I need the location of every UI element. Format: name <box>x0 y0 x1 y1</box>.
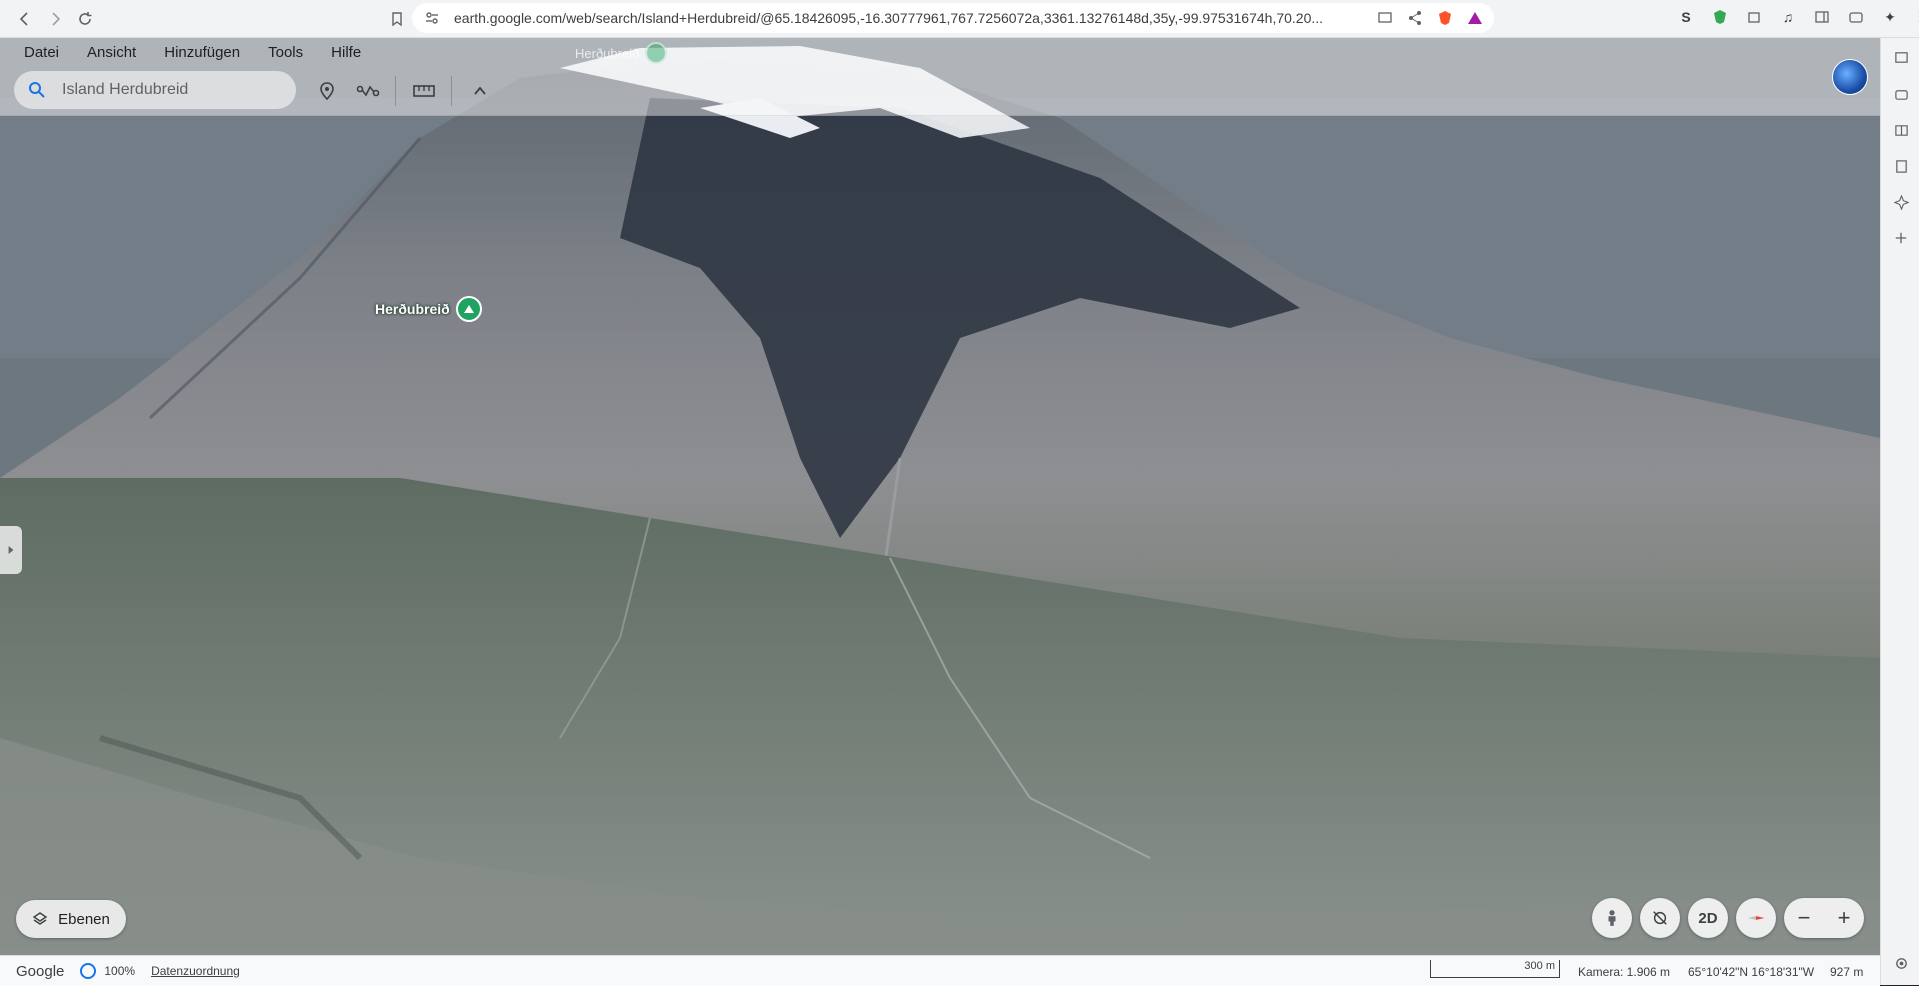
sidebar-settings-icon[interactable] <box>1892 954 1910 972</box>
search-box[interactable] <box>14 71 296 109</box>
chevron-right-icon <box>8 546 14 554</box>
pegman-button[interactable] <box>1592 898 1632 938</box>
address-bar[interactable]: earth.google.com/web/search/Island+Herdu… <box>412 3 1494 33</box>
compass-icon <box>1747 916 1765 920</box>
menu-item-hinzufuegen[interactable]: Hinzufügen <box>164 44 240 61</box>
loading-progress: 100% <box>104 964 136 978</box>
url-text: earth.google.com/web/search/Island+Herdu… <box>454 10 1324 26</box>
cursor-coordinates: 65°10'42"N 16°18'31"W <box>1688 965 1815 979</box>
menu-item-tools[interactable]: Tools <box>268 44 303 61</box>
ruler-icon[interactable] <box>411 78 437 104</box>
wallet-icon[interactable] <box>1845 6 1867 28</box>
earth-3d-view[interactable] <box>0 38 1880 955</box>
zoom-in-button[interactable]: + <box>1825 905 1863 931</box>
media-icon[interactable]: ♫ <box>1777 6 1799 28</box>
scale-bar: 300 m <box>1430 960 1560 978</box>
terrain-elevation: 927 m <box>1830 965 1864 979</box>
layers-label: Ebenen <box>58 910 110 928</box>
brave-rewards-icon[interactable] <box>1466 9 1484 27</box>
extension-s-icon[interactable]: S <box>1675 6 1697 28</box>
sidebar-bookmarks-icon[interactable] <box>1892 157 1910 175</box>
2d-toggle-button[interactable]: 2D <box>1688 898 1728 938</box>
browser-sidebar <box>1880 38 1919 985</box>
compass-button[interactable] <box>1736 898 1776 938</box>
side-panel-toggle[interactable] <box>0 526 22 574</box>
placemark-ghost: Herðubreið <box>575 42 668 64</box>
sidebar-add-icon[interactable] <box>1892 229 1910 247</box>
back-icon[interactable] <box>12 6 38 32</box>
account-avatar[interactable] <box>1832 59 1868 95</box>
placemark-icon[interactable] <box>314 78 340 104</box>
orbit-off-icon <box>1653 911 1667 925</box>
mode-label: 2D <box>1698 909 1718 927</box>
zoom-out-button[interactable]: − <box>1785 905 1823 931</box>
bookmark-icon[interactable] <box>384 6 410 32</box>
mountain-icon[interactable] <box>455 296 482 322</box>
menu-item-datei[interactable]: Datei <box>24 44 59 61</box>
loading-ring-icon <box>80 963 97 979</box>
forward-icon[interactable] <box>42 6 68 32</box>
main-menu-icon[interactable]: ☰ <box>1913 6 1919 28</box>
toolbar-divider <box>395 76 396 106</box>
sidebar-media-icon[interactable] <box>1892 48 1910 66</box>
search-icon <box>29 82 45 98</box>
data-attribution-link[interactable]: Datenzuordnung <box>151 964 240 978</box>
sidebar-leo-icon[interactable] <box>1892 193 1910 211</box>
sidebar-reading-list-icon[interactable] <box>1892 121 1910 139</box>
sidebar-toggle-icon[interactable] <box>1811 6 1833 28</box>
pegman-icon <box>1608 910 1616 926</box>
path-icon[interactable] <box>355 78 381 104</box>
zoom-control: − + <box>1784 898 1864 938</box>
menu-item-ansicht[interactable]: Ansicht <box>87 44 136 61</box>
reload-icon[interactable] <box>72 6 98 32</box>
camera-altitude: Kamera: 1.906 m <box>1578 965 1671 979</box>
layers-button[interactable]: Ebenen <box>16 900 126 938</box>
menu-bar: Datei Ansicht Hinzufügen Tools Hilfe <box>24 44 361 61</box>
menu-item-hilfe[interactable]: Hilfe <box>331 44 361 61</box>
placemark-label: Herðubreið <box>375 301 450 317</box>
status-bar: Google 100% Datenzuordnung 300 m Kamera:… <box>0 955 1880 986</box>
google-logo: Google <box>16 962 65 980</box>
terrain-render <box>0 38 1880 955</box>
search-input[interactable] <box>60 80 284 100</box>
toolbar-divider <box>451 76 452 106</box>
cast-icon[interactable] <box>1376 9 1394 27</box>
site-settings-icon[interactable] <box>424 10 440 26</box>
placemark-herdubreid[interactable]: Herðubreið <box>375 296 482 322</box>
layers-icon <box>32 912 48 925</box>
scale-label: 300 m <box>1524 960 1555 972</box>
mountain-icon <box>645 42 668 64</box>
extension-shield-icon[interactable] <box>1709 6 1731 28</box>
share-icon[interactable] <box>1406 9 1424 27</box>
chevron-up-icon[interactable] <box>467 78 493 104</box>
placemark-ghost-label: Herðubreið <box>575 45 640 61</box>
earth-toolbar: Datei Ansicht Hinzufügen Tools Hilfe <box>0 38 1880 116</box>
browser-toolbar: earth.google.com/web/search/Island+Herdu… <box>0 0 1919 38</box>
orbit-button[interactable] <box>1640 898 1680 938</box>
brave-shield-icon[interactable] <box>1436 9 1454 27</box>
sidebar-wallet-icon[interactable] <box>1892 85 1910 103</box>
extensions-puzzle-icon[interactable] <box>1743 6 1765 28</box>
leo-ai-icon[interactable]: ✦ <box>1879 6 1901 28</box>
